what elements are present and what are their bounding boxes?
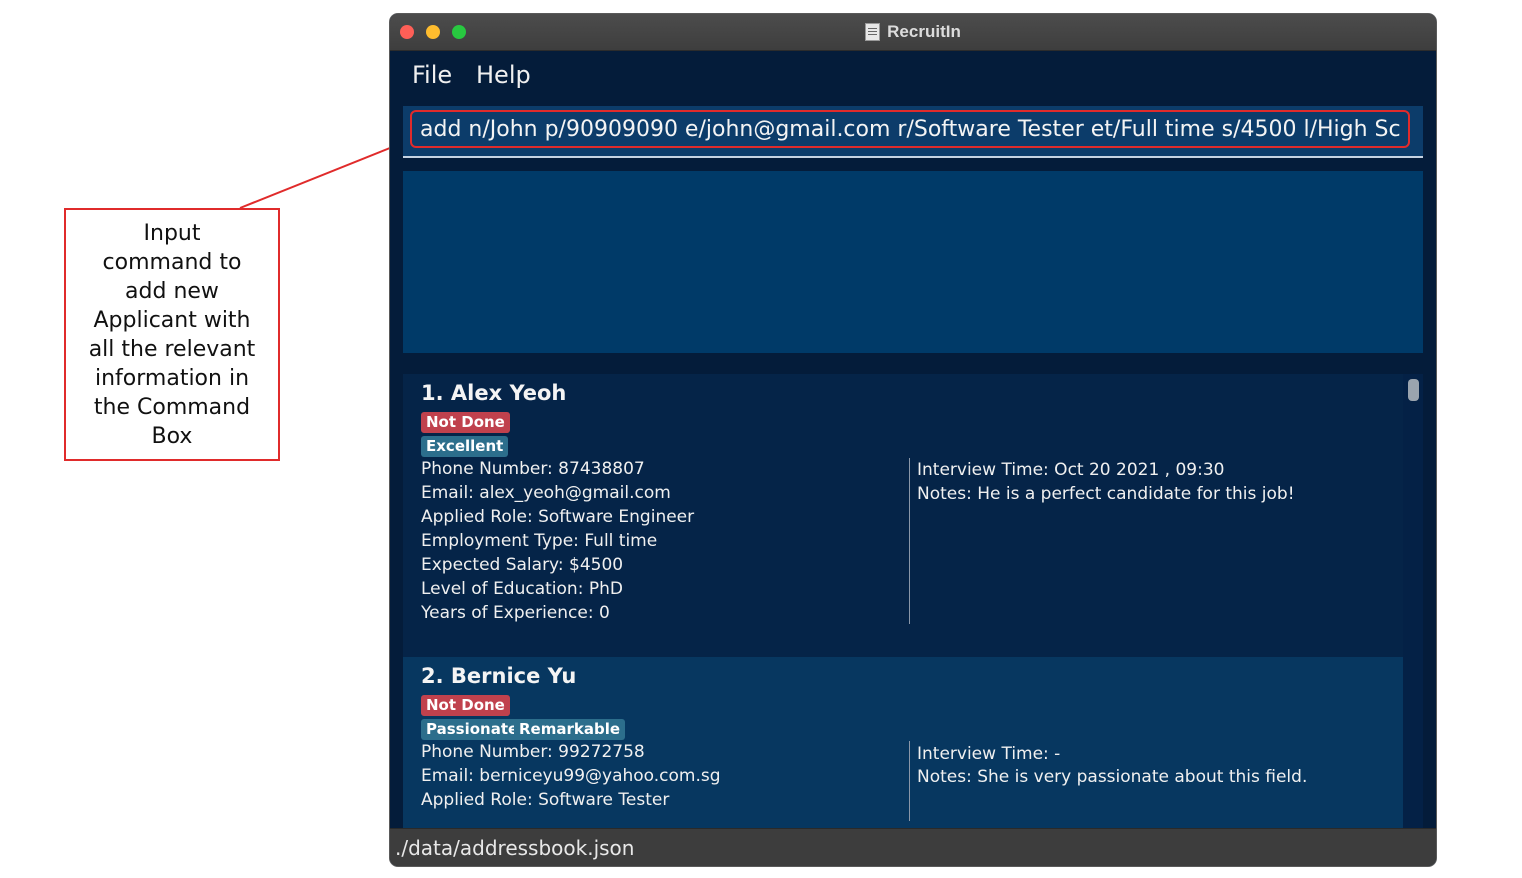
phone-number: Phone Number: 99272758 xyxy=(421,742,645,762)
tag-badge: Remarkable xyxy=(514,719,626,740)
applicant-card[interactable]: 1. Alex Yeoh Not Done Excellent Phone Nu… xyxy=(403,374,1403,657)
command-input[interactable] xyxy=(410,110,1410,148)
notes: Notes: She is very passionate about this… xyxy=(917,767,1308,787)
title-bar[interactable]: RecruitIn xyxy=(390,14,1436,51)
result-display xyxy=(403,171,1423,353)
window-title-group: RecruitIn xyxy=(390,14,1436,50)
menu-help[interactable]: Help xyxy=(476,61,531,89)
applicant-name: 2. Bernice Yu xyxy=(421,664,577,688)
document-icon xyxy=(865,23,881,41)
email: Email: alex_yeoh@gmail.com xyxy=(421,483,671,503)
interview-time: Interview Time: Oct 20 2021 , 09:30 xyxy=(917,460,1225,480)
column-divider xyxy=(909,458,910,624)
status-bar: ./data/addressbook.json xyxy=(390,828,1436,866)
menu-bar: File Help xyxy=(390,51,1436,101)
applicant-card[interactable]: 2. Bernice Yu Not Done Passionate Remark… xyxy=(403,657,1403,828)
data-file-path: ./data/addressbook.json xyxy=(395,836,635,860)
column-divider xyxy=(909,741,910,821)
app-window: RecruitIn File Help 1. Alex Yeoh Not Don… xyxy=(390,14,1436,866)
status-badge: Not Done xyxy=(421,412,510,433)
command-box xyxy=(403,106,1423,158)
tag-badge: Passionate xyxy=(421,719,524,740)
employment-type: Employment Type: Full time xyxy=(421,531,658,551)
annotation-text: Input command to add new Applicant with … xyxy=(88,220,256,449)
tag-badge: Excellent xyxy=(421,436,509,457)
years-of-experience: Years of Experience: 0 xyxy=(421,603,610,623)
annotation-callout: Input command to add new Applicant with … xyxy=(64,208,280,461)
scrollbar-thumb[interactable] xyxy=(1408,379,1419,401)
phone-number: Phone Number: 87438807 xyxy=(421,459,645,479)
interview-time: Interview Time: - xyxy=(917,744,1061,764)
applied-role: Applied Role: Software Tester xyxy=(421,790,670,810)
email: Email: berniceyu99@yahoo.com.sg xyxy=(421,766,721,786)
window-title: RecruitIn xyxy=(887,22,961,41)
applicant-name: 1. Alex Yeoh xyxy=(421,381,567,405)
expected-salary: Expected Salary: $4500 xyxy=(421,555,624,575)
applicant-list[interactable]: 1. Alex Yeoh Not Done Excellent Phone Nu… xyxy=(403,374,1423,828)
status-badge: Not Done xyxy=(421,695,510,716)
notes: Notes: He is a perfect candidate for thi… xyxy=(917,484,1295,504)
list-scrollbar[interactable] xyxy=(1403,374,1423,828)
menu-file[interactable]: File xyxy=(412,61,452,89)
education-level: Level of Education: PhD xyxy=(421,579,623,599)
applied-role: Applied Role: Software Engineer xyxy=(421,507,695,527)
